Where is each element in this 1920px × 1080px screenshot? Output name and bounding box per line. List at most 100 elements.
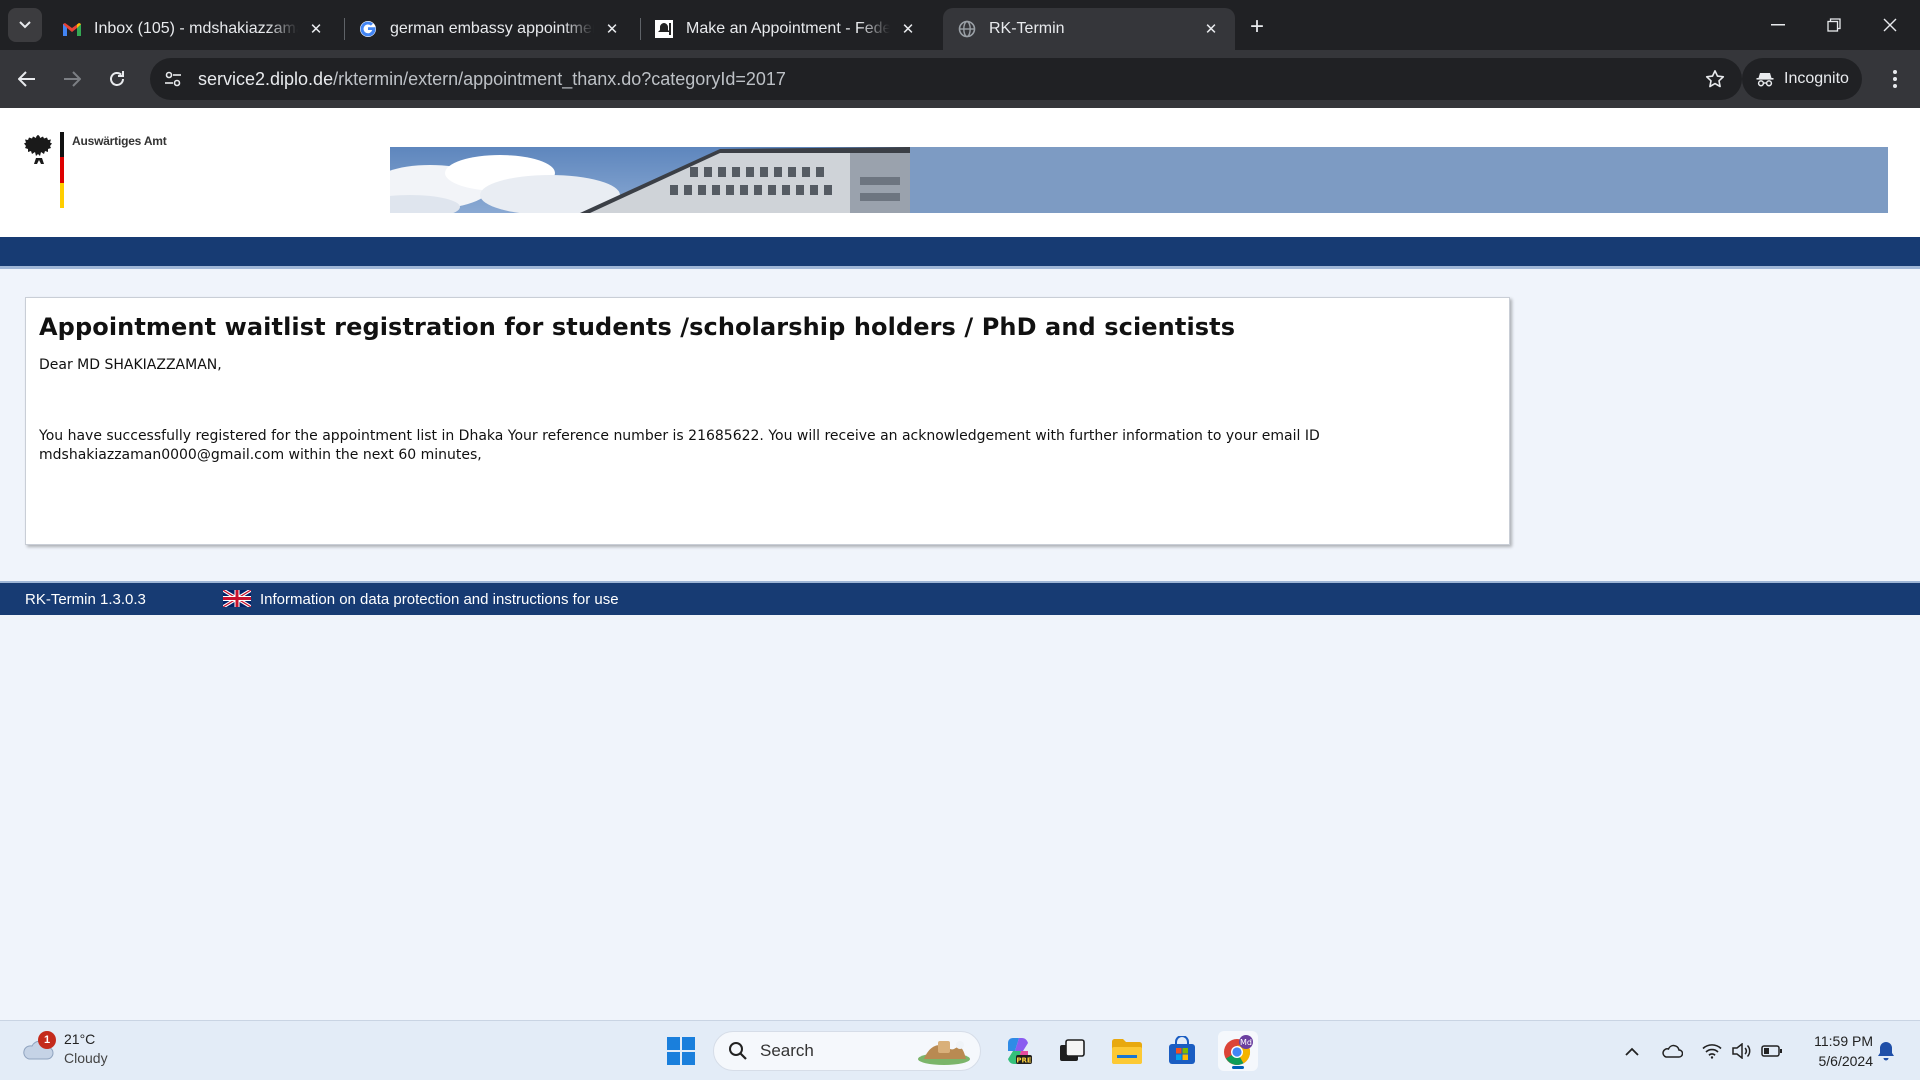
site-info-button[interactable] (158, 64, 188, 94)
confirmation-panel: Appointment waitlist registration for st… (25, 297, 1510, 545)
search-icon (728, 1041, 748, 1061)
close-icon (1883, 18, 1897, 32)
cloud-icon: 1 (20, 1031, 56, 1063)
back-button[interactable] (10, 62, 44, 96)
onedrive-tray-icon[interactable] (1660, 1039, 1684, 1063)
address-bar[interactable]: service2.diplo.de/rktermin/extern/appoin… (150, 58, 1742, 100)
minimize-icon (1771, 24, 1785, 26)
copilot-taskbar-icon[interactable]: PRE (998, 1031, 1038, 1071)
german-flag-bar (60, 132, 64, 208)
restore-icon (1827, 18, 1841, 32)
close-tab-icon[interactable]: ✕ (898, 19, 918, 39)
arrow-left-icon (18, 71, 35, 87)
svg-text:Md: Md (1240, 1038, 1252, 1047)
chrome-taskbar-icon[interactable]: Md (1218, 1031, 1258, 1071)
chrome-icon: Md (1224, 1035, 1253, 1065)
onedrive-cloud-icon (1662, 1044, 1683, 1058)
browser-toolbar: service2.diplo.de/rktermin/extern/appoin… (0, 50, 1920, 108)
weather-condition: Cloudy (64, 1050, 108, 1066)
confirmation-message: You have successfully registered for the… (39, 428, 1320, 463)
speaker-icon (1732, 1043, 1751, 1059)
clock-time: 11:59 PM (1814, 1033, 1873, 1049)
google-icon (358, 19, 378, 39)
tab-google-search[interactable]: german embassy appointment dhaka ✕ (344, 8, 636, 50)
close-tab-icon[interactable]: ✕ (1201, 19, 1221, 39)
page-title: Appointment waitlist registration for st… (39, 313, 1236, 341)
task-view-icon (1060, 1039, 1085, 1061)
uk-flag-icon[interactable] (223, 590, 251, 607)
copilot-icon: PRE (1008, 1038, 1032, 1065)
tab-title: german embassy appointment dhaka (390, 20, 594, 37)
tab-title: Make an Appointment - Federal Foreign Of… (686, 20, 890, 37)
volume-tray-icon[interactable] (1730, 1039, 1754, 1063)
tab-search-button[interactable] (8, 8, 42, 42)
incognito-label: Incognito (1784, 70, 1849, 87)
auswaertiges-amt-logo[interactable]: Auswärtiges Amt (24, 132, 167, 208)
task-view-taskbar-icon[interactable] (1052, 1031, 1092, 1071)
tab-title: RK-Termin (989, 20, 1065, 37)
tune-icon (165, 71, 181, 87)
taskbar-search[interactable]: Search (713, 1031, 981, 1071)
notification-bell-icon[interactable] (1874, 1039, 1898, 1063)
weather-notification-badge: 1 (38, 1031, 56, 1049)
microsoft-store-taskbar-icon[interactable] (1162, 1031, 1202, 1071)
footer-version: RK-Termin 1.3.0.3 (25, 591, 146, 608)
browser-menu-button[interactable] (1880, 62, 1910, 96)
show-hidden-icons-button[interactable] (1620, 1039, 1644, 1063)
folder-icon (1112, 1039, 1142, 1064)
start-button[interactable] (661, 1031, 701, 1071)
building-photo (390, 147, 1888, 213)
active-app-indicator (1232, 1066, 1244, 1069)
store-icon (1169, 1036, 1195, 1064)
close-tab-icon[interactable]: ✕ (602, 19, 622, 39)
restore-button[interactable] (1806, 0, 1862, 50)
tab-title: Inbox (105) - mdshakiazzaman0000@gmail.c… (94, 20, 298, 37)
forward-button[interactable] (55, 62, 89, 96)
url-host: service2.diplo.de (198, 68, 334, 89)
data-protection-link[interactable]: Information on data protection and instr… (260, 591, 619, 608)
battery-tray-icon[interactable] (1760, 1039, 1784, 1063)
windows-logo-icon (667, 1037, 695, 1065)
tab-strip: Inbox (105) - mdshakiazzaman0000@gmail.c… (0, 0, 1920, 50)
wifi-icon (1702, 1044, 1722, 1059)
star-icon (1705, 70, 1725, 88)
incognito-icon (1756, 71, 1774, 87)
main-navigation-bar (0, 237, 1920, 269)
windows-taskbar: 1 21°C Cloudy Search PRE Md 11:59 PM 5/6… (0, 1020, 1920, 1080)
url-path: /rktermin/extern/appointment_thanx.do?ca… (333, 68, 786, 89)
file-explorer-taskbar-icon[interactable] (1107, 1031, 1147, 1071)
reload-icon (110, 71, 124, 86)
arrow-right-icon (64, 71, 81, 87)
chevron-up-icon (1625, 1047, 1639, 1056)
wifi-tray-icon[interactable] (1700, 1039, 1724, 1063)
minimize-button[interactable] (1750, 0, 1806, 50)
search-highlight-icon (918, 1041, 970, 1065)
tab-rk-termin[interactable]: RK-Termin ✕ (943, 8, 1235, 50)
tab-gmail[interactable]: Inbox (105) - mdshakiazzaman0000@gmail.c… (48, 8, 340, 50)
federal-eagle-icon (24, 135, 52, 164)
svg-text:PRE: PRE (1016, 1057, 1032, 1065)
url-text[interactable]: service2.diplo.de/rktermin/extern/appoin… (198, 69, 786, 90)
greeting-text: Dear MD SHAKIAZZAMAN, (39, 357, 222, 373)
clock-date: 5/6/2024 (1818, 1053, 1874, 1069)
system-clock[interactable]: 11:59 PM 5/6/2024 (1795, 1031, 1873, 1071)
weather-temperature: 21°C (64, 1031, 96, 1047)
bookmark-button[interactable] (1702, 66, 1728, 92)
tab-make-appointment[interactable]: Make an Appointment - Federal Foreign Of… (640, 8, 932, 50)
site-header: Auswärtiges Amt (0, 108, 1920, 237)
close-window-button[interactable] (1862, 0, 1918, 50)
search-placeholder: Search (760, 1041, 814, 1060)
globe-icon (957, 19, 977, 39)
more-vertical-icon (1893, 70, 1897, 88)
logo-text: Auswärtiges Amt (72, 134, 167, 148)
incognito-indicator[interactable]: Incognito (1742, 58, 1862, 100)
embassy-icon (654, 19, 674, 39)
reload-button[interactable] (100, 62, 134, 96)
header-banner-image (390, 147, 1888, 213)
close-tab-icon[interactable]: ✕ (306, 19, 326, 39)
chevron-down-icon (19, 21, 31, 29)
gmail-icon (62, 19, 82, 39)
new-tab-button[interactable]: + (1242, 12, 1272, 42)
battery-icon (1761, 1045, 1782, 1057)
weather-widget[interactable]: 1 21°C Cloudy (20, 1030, 108, 1068)
